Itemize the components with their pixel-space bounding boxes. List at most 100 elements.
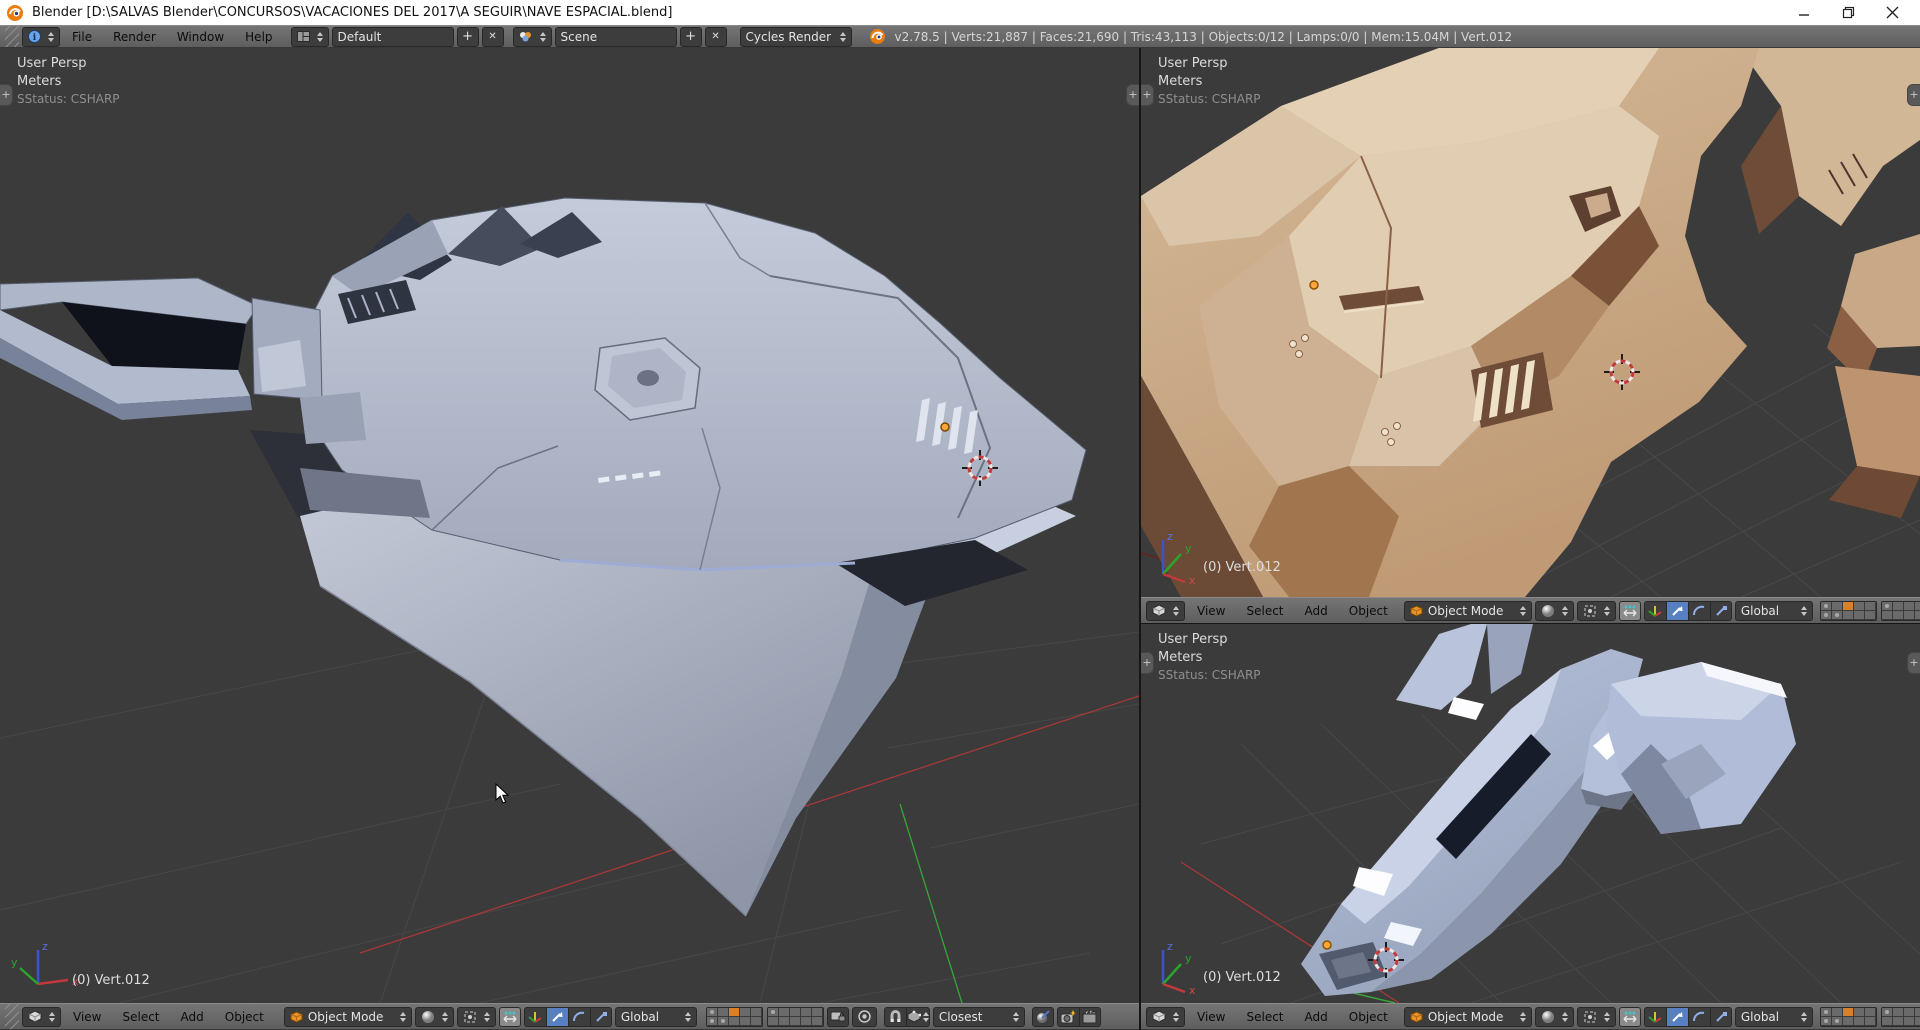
opengl-render-still-button[interactable] — [1056, 1006, 1079, 1027]
viewport-shading-select[interactable] — [414, 1006, 454, 1027]
editor-type-selector[interactable]: i — [22, 26, 60, 47]
info-editor-icon: i — [28, 30, 41, 43]
toolshelf-expand-tab[interactable]: + — [1141, 84, 1154, 106]
menu-help[interactable]: Help — [236, 30, 281, 44]
area-corner-grip[interactable] — [5, 1004, 19, 1029]
add-layout-button[interactable]: + — [456, 26, 479, 47]
scale-manipulator-button[interactable] — [1709, 600, 1732, 621]
object-mode-cube-icon — [290, 1010, 303, 1023]
transform-orientation-select[interactable]: Global — [1734, 600, 1813, 621]
area-divider-horizontal[interactable] — [1141, 623, 1920, 624]
opengl-render-anim-button[interactable] — [1078, 1006, 1101, 1027]
active-object-info: (0) Vert.012 — [72, 973, 150, 988]
viewport-top-right-header: View Select Add Object Object Mode Globa… — [1141, 597, 1920, 624]
manipulator-toggle[interactable] — [498, 1006, 521, 1027]
menu-add[interactable]: Add — [1296, 604, 1337, 618]
pivot-point-select[interactable] — [1576, 1006, 1616, 1027]
shading-sphere-icon — [1541, 1010, 1554, 1023]
menu-view[interactable]: View — [1188, 604, 1234, 618]
menu-object[interactable]: Object — [1340, 1010, 1397, 1024]
menu-file[interactable]: File — [63, 30, 101, 44]
snap-element-select[interactable] — [905, 1006, 930, 1027]
object-mode-cube-icon — [1410, 1010, 1423, 1023]
manipulator-toggle[interactable] — [1618, 1006, 1641, 1027]
pivot-point-select[interactable] — [456, 1006, 496, 1027]
scale-arrow-icon — [1716, 605, 1727, 616]
menu-add[interactable]: Add — [1296, 1010, 1337, 1024]
pivot-icon — [1584, 1011, 1596, 1022]
menu-object[interactable]: Object — [1340, 604, 1397, 618]
updown-arrows-icon — [48, 31, 54, 42]
layers-widget[interactable] — [1819, 600, 1920, 621]
menu-window[interactable]: Window — [168, 30, 233, 44]
layers-widget[interactable] — [1819, 1006, 1920, 1027]
menu-view[interactable]: View — [1188, 1010, 1234, 1024]
editor-type-button[interactable] — [1146, 600, 1185, 621]
viewport-top-right[interactable]: + + User Persp Meters SStatus: CSHARP z … — [1141, 48, 1920, 597]
viewport-shading-select[interactable] — [1534, 1006, 1574, 1027]
scene-icon-button[interactable] — [512, 26, 552, 47]
manipulator-icon — [1623, 605, 1637, 616]
editor-type-button[interactable] — [1146, 1006, 1185, 1027]
opengl-orb-button[interactable] — [1031, 1006, 1054, 1027]
transform-orientation-select[interactable]: Global — [1734, 1006, 1813, 1027]
rotate-arc-icon — [1693, 1011, 1705, 1021]
screen-layout-icon-button[interactable] — [290, 26, 329, 47]
properties-expand-tab[interactable]: + — [1907, 652, 1920, 674]
viewport-bottom-right[interactable]: + + User Persp Meters SStatus: CSHARP z … — [1141, 624, 1920, 1003]
toolshelf-expand-tab[interactable]: + — [0, 84, 13, 106]
lock-to-scene-toggle[interactable] — [826, 1006, 849, 1027]
rotate-manipulator-button[interactable] — [1687, 600, 1710, 621]
rotate-manipulator-button[interactable] — [567, 1006, 590, 1027]
delete-layout-button[interactable]: ✕ — [481, 26, 504, 47]
rotate-manipulator-button[interactable] — [1687, 1006, 1710, 1027]
opengl-render-group — [1056, 1006, 1101, 1027]
manipulator-axes-button[interactable] — [523, 1006, 546, 1027]
render-engine-select[interactable]: Cycles Render — [739, 26, 852, 47]
viewport-main[interactable]: + + User Persp Meters SStatus: CSHARP z … — [0, 48, 1139, 1003]
viewport-shading-select[interactable] — [1534, 600, 1574, 621]
snap-toggle[interactable] — [883, 1006, 906, 1027]
spaceship-model-clay — [1141, 48, 1920, 597]
manipulator-axes-button[interactable] — [1643, 1006, 1666, 1027]
proportional-edit-select[interactable] — [851, 1006, 877, 1027]
translate-manipulator-button[interactable] — [545, 1006, 568, 1027]
scene-name[interactable]: Scene — [554, 26, 677, 47]
snap-target-select[interactable]: Closest — [932, 1006, 1025, 1027]
pivot-point-select[interactable] — [1576, 600, 1616, 621]
menu-select[interactable]: Select — [1237, 604, 1292, 618]
area-divider-vertical[interactable] — [1139, 48, 1141, 1030]
mode-select[interactable]: Object Mode — [283, 1006, 412, 1027]
screen-layout-name[interactable]: Default — [331, 26, 454, 47]
transform-orientation-select[interactable]: Global — [614, 1006, 697, 1027]
menu-select[interactable]: Select — [113, 1010, 168, 1024]
manipulator-toggle[interactable] — [1618, 600, 1641, 621]
minimize-button[interactable] — [1782, 0, 1826, 25]
close-button[interactable] — [1870, 0, 1914, 25]
properties-expand-tab[interactable]: + — [1907, 84, 1920, 106]
menu-add[interactable]: Add — [172, 1010, 213, 1024]
manipulator-axes-button[interactable] — [1643, 600, 1666, 621]
toolshelf-expand-tab[interactable]: + — [1141, 652, 1154, 674]
scale-manipulator-button[interactable] — [1709, 1006, 1732, 1027]
translate-arrow-icon — [1672, 1011, 1683, 1022]
menu-render[interactable]: Render — [104, 30, 165, 44]
delete-scene-button[interactable]: ✕ — [704, 26, 727, 47]
mode-select[interactable]: Object Mode — [1403, 1006, 1532, 1027]
screen-lock-icon — [830, 1011, 846, 1021]
menu-select[interactable]: Select — [1237, 1010, 1292, 1024]
properties-expand-tab[interactable]: + — [1126, 84, 1139, 106]
scale-manipulator-button[interactable] — [589, 1006, 612, 1027]
corner-grip[interactable] — [5, 26, 19, 47]
add-scene-button[interactable]: + — [679, 26, 702, 47]
translate-manipulator-button[interactable] — [1665, 600, 1688, 621]
layers-widget[interactable] — [705, 1006, 824, 1027]
view-name-overlay: User Persp — [17, 56, 87, 71]
editor-type-button[interactable] — [22, 1006, 61, 1027]
clapperboard-icon — [1082, 1009, 1097, 1023]
mode-select[interactable]: Object Mode — [1403, 600, 1532, 621]
menu-view[interactable]: View — [64, 1010, 110, 1024]
restore-button[interactable] — [1826, 0, 1870, 25]
menu-object[interactable]: Object — [216, 1010, 273, 1024]
translate-manipulator-button[interactable] — [1665, 1006, 1688, 1027]
